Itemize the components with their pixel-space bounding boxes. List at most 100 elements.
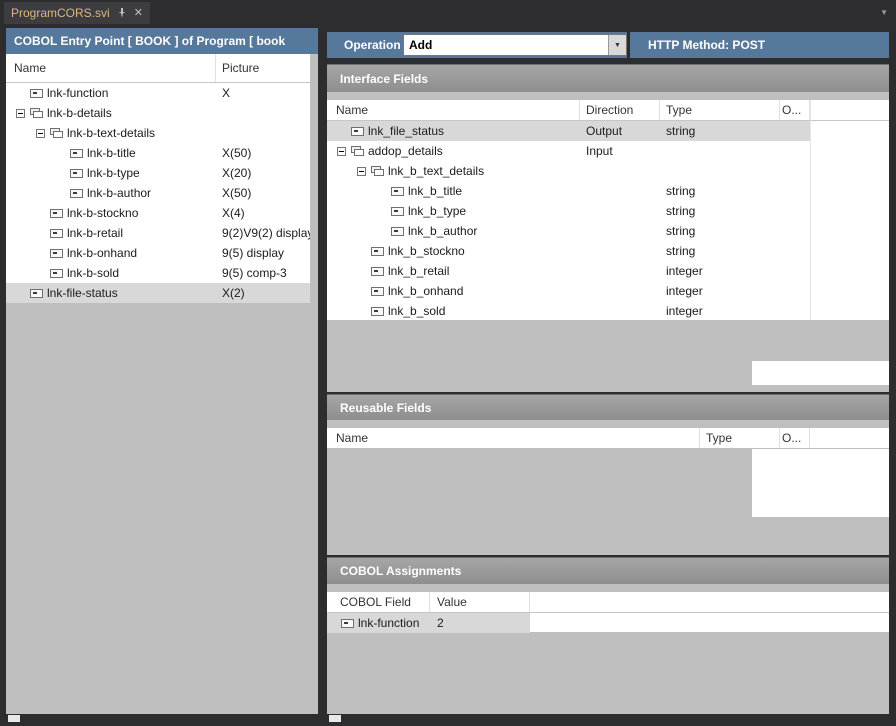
tree-indent-spacer xyxy=(16,293,30,294)
cobol-tree-table: Name Picture lnk-functionXlnk-b-detailsl… xyxy=(6,54,310,303)
http-method-label: HTTP Method: POST xyxy=(648,38,765,52)
interface-fields-section: Interface Fields Name Direction Type O..… xyxy=(327,64,889,392)
group-icon xyxy=(351,146,365,157)
tree-row[interactable]: lnk-b-type X(20) xyxy=(6,163,310,183)
field-name-label: addop_details xyxy=(368,144,443,158)
field-name-label: lnk_b_type xyxy=(408,204,466,218)
tree-indent-spacer xyxy=(357,291,371,292)
direction-cell xyxy=(580,241,660,261)
tree-item-label: lnk-b-text-details xyxy=(67,126,155,140)
reusable-fields-table-header: Name Type O... xyxy=(327,428,889,448)
reusable-fields-section: Reusable Fields Name Type O... xyxy=(327,394,889,555)
pin-icon[interactable] xyxy=(117,8,127,18)
operation-bar: Operation Add ▼ HTTP Method: POST xyxy=(327,32,889,58)
tree-row[interactable]: lnk-file-statusX(2) xyxy=(6,283,310,303)
scrollbar-thumb[interactable] xyxy=(8,715,20,722)
tree-row[interactable]: lnk-b-details xyxy=(6,103,310,123)
picture-cell: X xyxy=(216,83,310,103)
field-icon xyxy=(391,207,404,216)
tree-row[interactable]: lnk-b-title X(50) xyxy=(6,143,310,163)
column-header-picture[interactable]: Picture xyxy=(216,54,310,82)
interface-fields-body: Name Direction Type O... lnk_file_status… xyxy=(327,92,889,392)
column-header-o[interactable]: O... xyxy=(780,428,810,448)
table-row[interactable]: lnk_b_onhandinteger xyxy=(327,281,810,301)
table-row[interactable]: lnk_file_statusOutputstring xyxy=(327,121,810,141)
field-icon xyxy=(30,289,43,298)
column-header-name[interactable]: Name xyxy=(327,100,580,120)
table-row[interactable]: lnk_b_stocknostring xyxy=(327,241,810,261)
cobol-assignments-body: COBOL Field Value lnk-function2 xyxy=(327,584,889,714)
type-cell: string xyxy=(660,221,780,241)
type-value: string xyxy=(666,224,695,238)
table-row[interactable]: lnk_b_authorstring xyxy=(327,221,810,241)
table-row[interactable]: addop_detailsInput xyxy=(327,141,810,161)
cobol-field-cell: lnk-function xyxy=(327,613,430,633)
column-header-name[interactable]: Name xyxy=(327,428,700,448)
tree-row[interactable]: lnk-b-stocknoX(4) xyxy=(6,203,310,223)
tree-name-cell: lnk-b-sold xyxy=(6,263,216,283)
table-row[interactable]: lnk_b_text_details xyxy=(327,161,810,181)
cobol-assignments-table: COBOL Field Value lnk-function2 xyxy=(327,592,889,632)
tree-row[interactable]: lnk-b-authorX(50) xyxy=(6,183,310,203)
tree-item-label: lnk-b-details xyxy=(47,106,112,120)
tree-expander-icon[interactable] xyxy=(337,147,346,156)
tree-rows: lnk-functionX lnk-b-details lnk-b-text-det… xyxy=(6,83,310,303)
type-value: integer xyxy=(666,264,703,278)
column-header-o[interactable]: O... xyxy=(780,100,810,120)
tree-expander-icon[interactable] xyxy=(36,129,45,138)
field-icon xyxy=(50,269,63,278)
tree-item-label: lnk-b-type xyxy=(87,166,140,180)
scrollbar-thumb[interactable] xyxy=(329,715,341,722)
tree-row[interactable]: lnk-b-onhand9(5) display xyxy=(6,243,310,263)
picture-cell: X(50) xyxy=(216,143,310,163)
field-icon xyxy=(351,127,364,136)
scroll-corner-block xyxy=(752,361,889,385)
tree-row[interactable]: lnk-functionX xyxy=(6,83,310,103)
field-name-label: lnk_b_title xyxy=(408,184,462,198)
column-header-name[interactable]: Name xyxy=(6,54,216,82)
type-value: string xyxy=(666,204,695,218)
picture-value: X(20) xyxy=(222,166,251,180)
tree-row[interactable]: lnk-b-sold9(5) comp-3 xyxy=(6,263,310,283)
close-icon[interactable]: ✕ xyxy=(134,8,143,19)
document-tab[interactable]: ProgramCORS.svi ✕ xyxy=(4,2,150,24)
right-horizontal-scrollbar[interactable] xyxy=(327,714,889,723)
left-horizontal-scrollbar[interactable] xyxy=(6,714,318,723)
tree-item-label: lnk-b-sold xyxy=(67,266,119,280)
field-icon xyxy=(371,247,384,256)
dropdown-arrow-icon[interactable]: ▼ xyxy=(608,35,626,55)
table-row[interactable]: lnk-function2 xyxy=(327,613,889,633)
chevron-down-icon[interactable]: ▼ xyxy=(880,8,888,17)
field-icon xyxy=(30,89,43,98)
direction-cell xyxy=(580,301,660,321)
tree-indent-spacer xyxy=(357,311,371,312)
direction-cell xyxy=(580,261,660,281)
section-title: COBOL Assignments xyxy=(340,564,461,578)
table-row[interactable]: lnk_b_retailinteger xyxy=(327,261,810,281)
picture-cell: 9(5) display xyxy=(216,243,310,263)
tree-item-label: lnk-b-title xyxy=(87,146,136,160)
tree-row[interactable]: lnk-b-text-details xyxy=(6,123,310,143)
tree-row[interactable]: lnk-b-retail9(2)V9(2) display xyxy=(6,223,310,243)
column-header-type[interactable]: Type xyxy=(660,100,780,120)
tree-expander-icon[interactable] xyxy=(357,167,366,176)
column-header-value[interactable]: Value xyxy=(430,592,530,612)
column-header-direction[interactable]: Direction xyxy=(580,100,660,120)
column-header-type[interactable]: Type xyxy=(700,428,780,448)
tree-item-label: lnk-b-author xyxy=(87,186,151,200)
tree-expander-icon[interactable] xyxy=(16,109,25,118)
tree-item-label: lnk-file-status xyxy=(47,286,118,300)
picture-value: X xyxy=(222,86,230,100)
table-row[interactable]: lnk_b_soldinteger xyxy=(327,301,810,321)
operation-select[interactable]: Add ▼ xyxy=(403,34,627,56)
table-row[interactable]: lnk_b_titlestring xyxy=(327,181,810,201)
field-icon xyxy=(70,189,83,198)
interface-fields-header: Interface Fields xyxy=(327,64,889,92)
table-row[interactable]: lnk_b_type string xyxy=(327,201,810,221)
field-icon xyxy=(391,187,404,196)
column-header-cobol-field[interactable]: COBOL Field xyxy=(327,592,430,612)
type-value: integer xyxy=(666,284,703,298)
tree-name-cell: lnk-b-text-details xyxy=(6,123,216,143)
type-value: string xyxy=(666,124,695,138)
column-edge-line xyxy=(810,100,811,320)
